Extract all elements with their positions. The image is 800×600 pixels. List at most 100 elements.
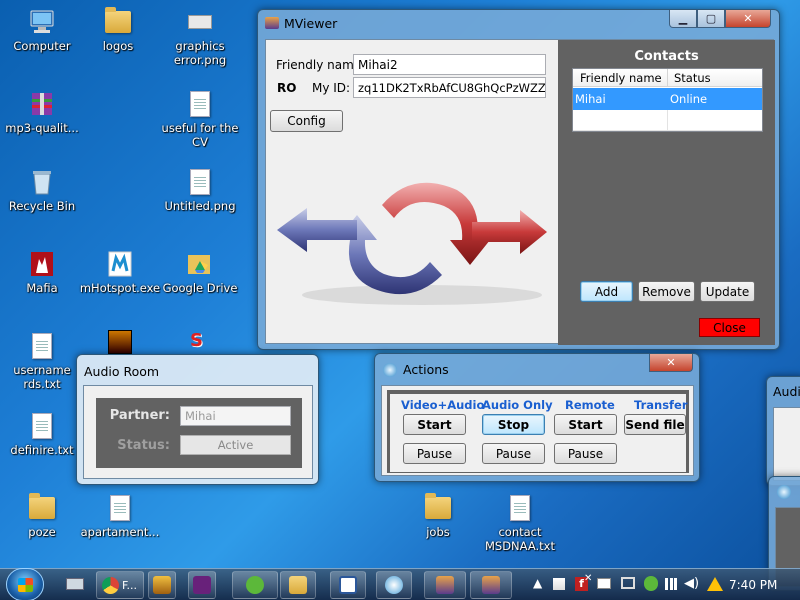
folder-icon <box>289 576 307 594</box>
contacts-list[interactable]: Friendly name Status Mihai Online <box>572 68 763 132</box>
window-title: MViewer <box>284 16 338 31</box>
desktop-icon-label: mp3-qualit... <box>5 121 79 135</box>
table-row[interactable]: Mihai Online <box>573 88 762 110</box>
desktop-icon-untitled[interactable]: Untitled.png <box>158 168 242 213</box>
transfer-header: Transfer <box>634 398 688 412</box>
audio-room-panel: Partner: Mihai Status: Active <box>96 398 302 468</box>
remote-pause-button[interactable]: Pause <box>554 443 617 464</box>
tray-google-drive-icon[interactable] <box>707 577 723 591</box>
contacts-title: Contacts <box>634 49 699 64</box>
window-close-button[interactable]: ✕ <box>649 354 693 372</box>
minimize-button[interactable]: ▁ <box>669 10 697 28</box>
show-desktop-keyboard-icon[interactable] <box>66 578 84 590</box>
desktop-icon-label: definire.txt <box>10 443 74 457</box>
text-file-icon <box>32 413 52 439</box>
desktop-icon-contact-msdnaa[interactable]: contact MSDNAA.txt <box>478 494 562 553</box>
desktop-icon-logos[interactable]: logos <box>76 7 160 53</box>
partial-window-1: Audio <box>766 376 800 486</box>
tray-network-icon[interactable] <box>665 578 677 590</box>
tools-icon <box>153 576 171 594</box>
tray-flag-icon[interactable] <box>553 578 565 590</box>
contact-status: Online <box>670 92 708 106</box>
audio-only-stop-button[interactable]: Stop <box>482 414 545 435</box>
desktop-icon-mhotspot[interactable]: mHotspot.exe <box>78 250 162 295</box>
audio-only-header: Audio Only <box>482 398 553 412</box>
status-button[interactable]: Active <box>180 435 291 455</box>
mviewer-logo <box>272 170 552 310</box>
window-title: Audio <box>773 384 800 399</box>
update-contact-button[interactable]: Update <box>700 281 755 302</box>
column-header-friendly-name[interactable]: Friendly name <box>580 71 662 85</box>
mhotspot-icon <box>106 250 134 278</box>
tray-close-icon[interactable]: ✕ <box>584 573 592 584</box>
taskbar-word[interactable] <box>330 571 366 599</box>
tray-app-green-icon[interactable] <box>644 576 658 591</box>
taskbar-chrome[interactable]: F... <box>96 571 144 599</box>
window-title: Audio Room <box>84 364 160 379</box>
taskbar-explorer[interactable] <box>280 571 316 599</box>
taskbar-app-paint[interactable] <box>376 571 412 599</box>
desktop-icon-graphics-error[interactable]: graphics error.png <box>158 8 242 67</box>
ro-label: RO <box>277 81 297 95</box>
desktop-icon-computer[interactable]: Computer <box>0 8 84 53</box>
add-contact-button[interactable]: Add <box>580 281 633 302</box>
partner-field[interactable]: Mihai <box>180 406 291 426</box>
text-file-icon <box>510 495 530 521</box>
word-icon <box>339 576 357 594</box>
desktop-icon-poze[interactable]: poze <box>0 493 84 539</box>
close-button[interactable]: Close <box>699 318 760 337</box>
tray-monitor-icon[interactable] <box>621 577 635 589</box>
partner-label: Partner: <box>109 408 170 423</box>
video-audio-start-button[interactable]: Start <box>403 414 466 435</box>
paint-icon <box>385 576 403 594</box>
remote-start-button[interactable]: Start <box>554 414 617 435</box>
my-id-label: My ID: <box>312 81 351 95</box>
friendly-name-field[interactable]: Mihai2 <box>353 54 546 75</box>
desktop-icon-useful-cv[interactable]: useful for the CV <box>158 90 242 149</box>
maximize-button[interactable]: ▢ <box>697 10 725 28</box>
actions-panel: Video+Audio Start Pause Audio Only Stop … <box>387 390 689 473</box>
mviewer-app-icon <box>436 576 454 594</box>
tray-chevron-icon[interactable]: ▲ <box>533 576 542 590</box>
desktop-icon-google-drive[interactable]: Google Drive <box>158 250 242 295</box>
desktop-icon-label: contact MSDNAA.txt <box>484 525 555 553</box>
mviewer-window: MViewer ▁ ▢ ✕ Friendly name: Mihai2 RO M… <box>257 9 780 350</box>
desktop-icon-apartament[interactable]: apartament... <box>78 494 162 539</box>
window-title: Actions <box>403 362 449 377</box>
taskbar-visual-studio[interactable] <box>188 571 216 599</box>
column-header-status[interactable]: Status <box>674 71 711 85</box>
contact-name: Mihai <box>575 92 606 106</box>
remote-header: Remote <box>565 398 615 412</box>
audio-room-window: Audio Room Partner: Mihai Status: Active <box>76 354 319 485</box>
send-file-button[interactable]: Send file <box>624 414 686 435</box>
table-row-empty[interactable] <box>573 110 762 131</box>
audio-only-pause-button[interactable]: Pause <box>482 443 545 464</box>
remove-contact-button[interactable]: Remove <box>638 281 695 302</box>
video-audio-pause-button[interactable]: Pause <box>403 443 466 464</box>
mafia-game-icon <box>28 250 56 278</box>
config-button[interactable]: Config <box>270 110 343 132</box>
actions-grid: Video+Audio Start Pause Audio Only Stop … <box>390 394 688 472</box>
window-close-button[interactable]: ✕ <box>725 10 771 28</box>
google-drive-icon <box>186 250 214 278</box>
desktop-icon-definire[interactable]: definire.txt <box>0 412 84 457</box>
tray-volume-icon[interactable]: ◀) <box>684 576 699 591</box>
desktop-icon-label: username rds.txt <box>13 363 71 391</box>
taskbar-mviewer-2[interactable] <box>470 571 512 599</box>
taskbar-app-tools[interactable] <box>148 571 176 599</box>
my-id-field[interactable]: zq11DK2TxRbAfCU8GhQcPzWZZ+Dj7 <box>353 77 546 98</box>
desktop-icon-jobs[interactable]: jobs <box>396 493 480 539</box>
desktop-icon-mafia[interactable]: Mafia <box>0 250 84 295</box>
desktop-icon-label: graphics error.png <box>173 39 227 67</box>
desktop-icon-label: Recycle Bin <box>8 199 76 213</box>
desktop-icon-mp3[interactable]: mp3-qualit... <box>0 90 84 135</box>
desktop-icon-recycle-bin[interactable]: Recycle Bin <box>0 168 84 213</box>
image-file-icon <box>188 15 212 29</box>
taskbar-mviewer-1[interactable] <box>424 571 466 599</box>
taskbar-app-green[interactable] <box>232 571 278 599</box>
desktop-icon-username-rds[interactable]: username rds.txt <box>0 332 84 391</box>
tray-mail-icon[interactable] <box>597 578 611 589</box>
clock[interactable]: 7:40 PM <box>729 578 777 592</box>
folder-icon <box>29 493 55 519</box>
start-button[interactable] <box>6 568 44 600</box>
